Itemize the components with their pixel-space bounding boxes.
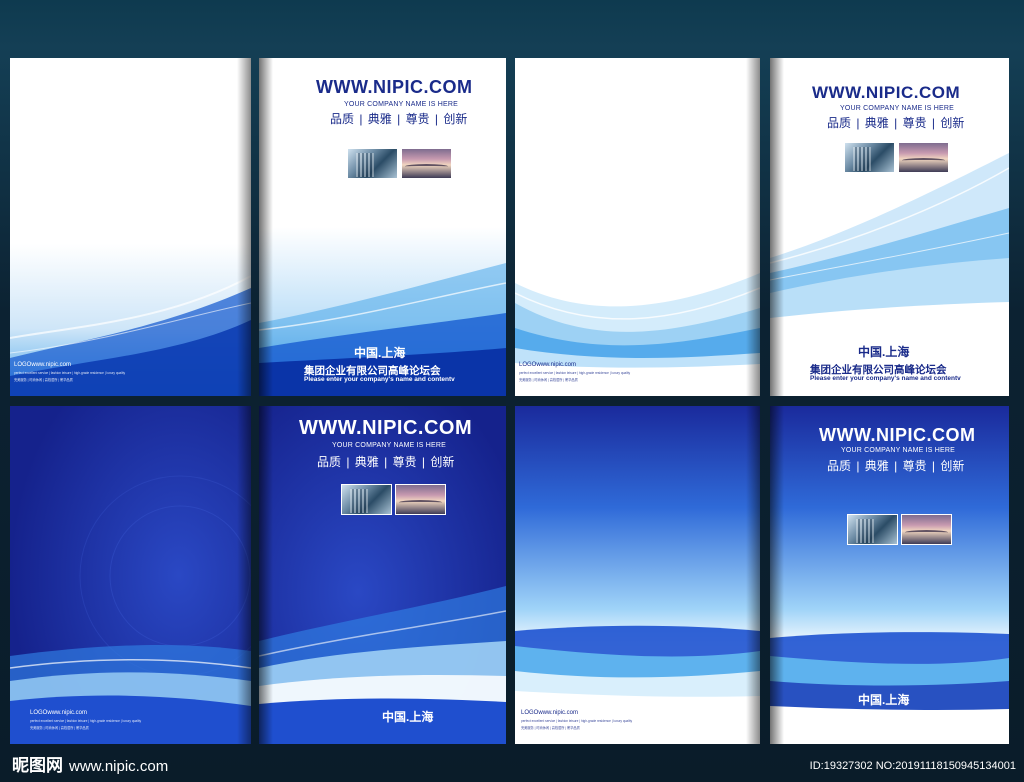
tagline: Please enter your company's name and con… [810,375,961,382]
back-small-line2: 完美服务 | 时尚休闲 | 高档居所 | 奢华品质 [519,378,578,382]
company-en: YOUR COMPANY NAME IS HERE [840,105,955,112]
watermark-brand: 昵图网 [12,756,63,775]
design-4-back-cover: LOGOwww.nipic.com perfect excellent serv… [515,406,760,744]
city: 中国.上海 [858,345,910,359]
site-title: WWW.NIPIC.COM [812,83,961,102]
building-photo [844,142,895,173]
bridge-photo [395,484,446,515]
building-photo [847,514,898,545]
back-small-line2: 完美服务 | 时尚休闲 | 高档居所 | 奢华品质 [14,378,73,382]
site-title: WWW.NIPIC.COM [316,77,473,97]
city: 中国.上海 [858,693,910,707]
building-photo [347,148,398,179]
back-logo: LOGOwww.nipic.com [521,710,579,716]
slogan: 品质 | 典雅 | 尊贵 | 创新 [317,455,455,469]
watermark-logo: 昵图网 www.nipic.com [12,751,168,776]
back-small-line2: 完美服务 | 时尚休闲 | 高档居所 | 奢华品质 [521,726,580,730]
back-small-line1: perfect excellent service | fashion leis… [14,371,126,375]
wave-background [10,406,251,744]
company-en: YOUR COMPANY NAME IS HERE [332,442,447,449]
design-4-front-cover: WWW.NIPIC.COM YOUR COMPANY NAME IS HERE … [770,406,1009,744]
watermark-id: ID:19327302 NO:20191118150945134001 [809,760,1016,772]
design-1-front-cover: WWW.NIPIC.COM YOUR COMPANY NAME IS HERE … [259,58,506,396]
design-3-back-cover: LOGOwww.nipic.com perfect excellent serv… [10,406,251,744]
site-title: WWW.NIPIC.COM [819,425,976,445]
city: 中国.上海 [354,346,406,360]
slogan: 品质 | 典雅 | 尊贵 | 创新 [330,112,468,126]
building-photo [341,484,392,515]
bridge-photo [898,142,949,173]
back-small-line1: perfect excellent service | fashion leis… [521,719,633,723]
tagline: Please enter your company's name and con… [304,376,455,383]
back-small-line1: perfect excellent service | fashion leis… [519,371,631,375]
bridge-photo [401,148,452,179]
site-title: WWW.NIPIC.COM [299,417,473,439]
watermark-url: www.nipic.com [69,758,169,775]
company-en: YOUR COMPANY NAME IS HERE [841,447,956,454]
city: 中国.上海 [382,710,434,724]
design-1-back-cover: LOGOwww.nipic.com perfect excellent serv… [10,58,251,396]
wave-background [515,58,760,396]
back-logo: LOGOwww.nipic.com [519,362,577,368]
back-logo: LOGOwww.nipic.com [14,362,72,368]
back-small-line1: perfect excellent service | fashion leis… [30,719,142,723]
tagline: Please enter your company's name and con… [810,723,961,730]
bridge-photo [901,514,952,545]
back-logo: LOGOwww.nipic.com [30,710,88,716]
slogan: 品质 | 典雅 | 尊贵 | 创新 [827,116,965,130]
design-3-front-cover: WWW.NIPIC.COM YOUR COMPANY NAME IS HERE … [259,406,506,744]
back-small-line2: 完美服务 | 时尚休闲 | 高档居所 | 奢华品质 [30,726,89,730]
wave-background [10,58,251,396]
slogan: 品质 | 典雅 | 尊贵 | 创新 [827,459,965,473]
design-2-front-cover: WWW.NIPIC.COM YOUR COMPANY NAME IS HERE … [770,58,1009,396]
wave-background [515,406,760,744]
design-2-back-cover: LOGOwww.nipic.com perfect excellent serv… [515,58,760,396]
company-en: YOUR COMPANY NAME IS HERE [344,101,459,108]
